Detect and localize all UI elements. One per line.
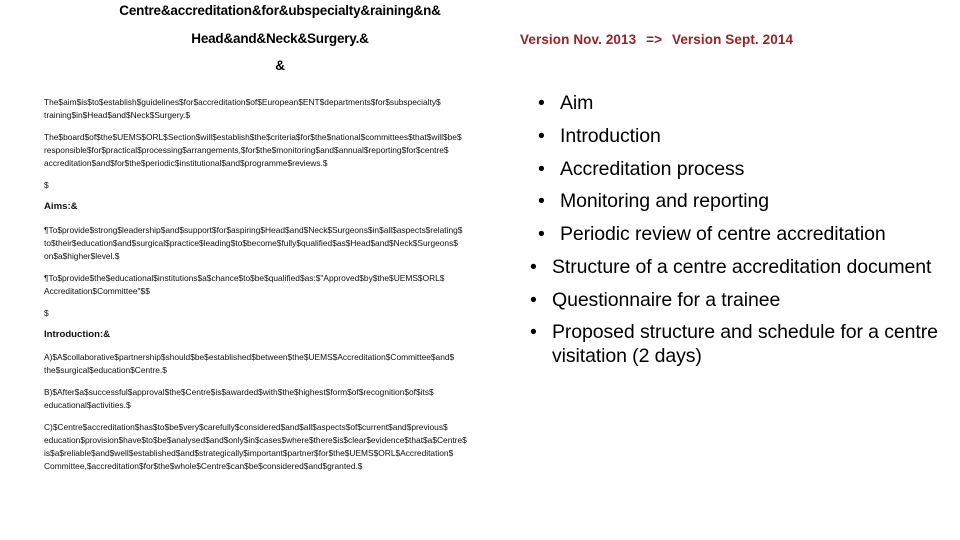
list-item-label: Periodic review of centre accreditation <box>560 223 886 246</box>
slide-title-line-1: Centre&accreditation&for&ubspecialty&rai… <box>119 3 441 18</box>
paragraph-intro-c: C)$Centre$accreditation$has$to$be$very$c… <box>44 422 467 472</box>
bullet-dot-icon: • <box>530 255 537 278</box>
body-text-column: The$aim$is$to$establish$guidelines$for$a… <box>44 96 514 482</box>
heading-aims: Aims:& <box>44 201 78 213</box>
list-item-label: Structure of a centre accreditation docu… <box>552 255 932 278</box>
list-item-label: Questionnaire for a trainee <box>552 288 781 311</box>
version-arrow-icon: => <box>646 32 663 47</box>
list-item: • Questionnaire for a trainee <box>528 289 948 313</box>
slide-title-line-2: Head&and&Neck&Surgery.& <box>191 30 369 46</box>
paragraph-intro-a: A)$A$collaborative$partnership$should$be… <box>44 352 455 376</box>
paragraph-spacer-1: $ <box>44 180 49 191</box>
list-item-label: Monitoring and reporting <box>560 190 769 213</box>
paragraph-aim-statement: The$aim$is$to$establish$guidelines$for$a… <box>44 97 441 121</box>
bullet-dot-icon: • <box>538 157 545 180</box>
version-to: Version Sept. 2014 <box>671 32 794 47</box>
list-item-label: Aim <box>560 92 594 114</box>
heading-introduction: Introduction:& <box>44 328 111 340</box>
version-banner: Version Nov. 2013 => Version Sept. 2014 <box>520 32 940 47</box>
agenda-column: • Aim • Introduction • Accreditation pro… <box>528 92 948 378</box>
slide-title-line-3: & <box>275 58 285 73</box>
paragraph-aims-qualification: ¶To$provide$the$educational$institutions… <box>44 272 445 296</box>
list-item: • Periodic review of centre accreditatio… <box>528 223 948 247</box>
list-item: • Aim <box>528 92 948 116</box>
bullet-dot-icon: • <box>530 321 537 344</box>
list-item: • Accreditation process <box>528 158 948 182</box>
agenda-bullet-list: • Aim • Introduction • Accreditation pro… <box>528 92 948 369</box>
list-item: • Introduction <box>528 125 948 149</box>
list-item: • Structure of a centre accreditation do… <box>528 256 948 280</box>
slide-canvas: Centre&accreditation&for&ubspecialty&rai… <box>0 0 960 540</box>
list-item-label: Accreditation process <box>560 157 745 180</box>
paragraph-aims-leadership: ¶To$provide$strong$leadership$and$suppor… <box>44 224 463 261</box>
bullet-dot-icon: • <box>530 288 537 311</box>
list-item-label: Introduction <box>560 124 661 147</box>
list-item-label: Proposed structure and schedule for a ce… <box>552 321 938 368</box>
bullet-dot-icon: • <box>538 190 545 213</box>
bullet-dot-icon: • <box>538 92 545 114</box>
paragraph-board-criteria: The$board$of$the$UEMS$ORL$Section$will$e… <box>44 132 462 169</box>
list-item: • Monitoring and reporting <box>528 190 948 214</box>
slide-title: Centre&accreditation&for&ubspecialty&rai… <box>34 4 526 83</box>
paragraph-spacer-2: $ <box>44 307 49 318</box>
bullet-dot-icon: • <box>538 223 545 246</box>
paragraph-intro-b: B)$After$a$successful$approval$the$Centr… <box>44 387 434 411</box>
list-item: • Proposed structure and schedule for a … <box>528 321 948 369</box>
bullet-dot-icon: • <box>538 124 545 147</box>
version-from: Version Nov. 2013 <box>520 32 637 47</box>
